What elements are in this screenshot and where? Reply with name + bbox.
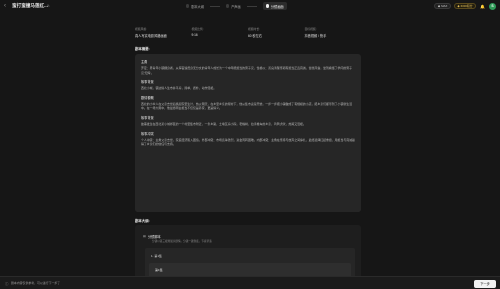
meta-label: 视频比例: (191, 27, 204, 31)
step-dot-icon (225, 4, 230, 8)
step-connector (209, 5, 220, 7)
top-bar: ‹ 蛮打蛮撞马莲红... ✎ 剧本大纲 产声画 分镜画面 ◆ MAX ◆ 600… (0, 0, 500, 13)
avatar[interactable]: S (489, 2, 496, 10)
membership-badge[interactable]: ◆ MAX (434, 3, 451, 9)
synopsis-text: 西北小城，镇边缘人生市井平房，简单，质朴，动作温暖。 (141, 86, 217, 91)
meta-label: 视频时长: (248, 27, 260, 31)
outline-subtitle: 分镜以第三视角展示剧情，分镜一镜到底，节奏紧凑 (152, 240, 212, 243)
coin-icon: ◆ (457, 4, 460, 8)
meta-value: 抖音视频 / 快手 (304, 34, 327, 38)
outline-section-title: 剧本大纲: (135, 219, 150, 223)
synopsis-heading: 故事背景 (141, 115, 154, 120)
synopsis-section-title: 剧本摘要: (135, 47, 150, 51)
top-right-actions: ◆ MAX ◆ 6000积分 🔔 S (434, 2, 496, 10)
episode-label[interactable]: 1. 第1集 (151, 254, 162, 258)
notification-bell-icon[interactable]: 🔔 (479, 3, 486, 10)
video-meta: 视频风格: 真人写实电影风格画面 视频比例: 9:16 视频时长: 60 秒左右… (135, 27, 361, 38)
step-storyboard[interactable]: 分镜画面 (262, 2, 287, 10)
meta-label: 视频风格: (135, 27, 147, 31)
synopsis-heading: 剧情梗概 (141, 95, 154, 100)
scene-label: 第1集 (155, 268, 163, 272)
synopsis-card[interactable]: 主角 罗定：男青年小镇翻身者，从挥霍浪费身无分文的青年人成长为一个中年能担当的男… (135, 54, 361, 212)
synopsis-text: 罗定：男青年小镇翻身者，从挥霍浪费身无分文的青年人成长为一个中年能担当的男子汉，… (141, 66, 353, 75)
step-audio[interactable]: 产声画 (225, 4, 241, 9)
step-label: 剧本大纲 (191, 4, 204, 9)
step-dot-icon (186, 4, 190, 8)
bottom-bar: ⓘ 剧本内容仅供参考，可以进行下一步了 下一步 (0, 276, 500, 289)
synopsis-heading: 故事背景 (141, 80, 154, 85)
step-dot-icon (265, 4, 269, 8)
membership-label: MAX (441, 4, 448, 8)
synopsis-heading: 故事冲突 (141, 131, 154, 136)
credits-badge[interactable]: ◆ 6000积分 (453, 3, 476, 9)
meta-ratio: 视频比例: 9:16 (192, 27, 249, 38)
meta-value: 9:16 (191, 33, 198, 37)
step-label: 产声画 (231, 4, 241, 9)
meta-target: 目标视频: 抖音视频 / 快手 (305, 27, 362, 38)
diamond-icon: ◆ (437, 4, 441, 8)
footer-tip: 剧本内容仅供参考，可以进行下一步了 (11, 281, 61, 286)
edit-title-icon[interactable]: ✎ (47, 4, 50, 8)
card-fade (135, 202, 361, 212)
next-step-button[interactable]: 下一步 (474, 279, 496, 288)
meta-value: 60 秒左右 (248, 34, 262, 38)
synopsis-text: 故事发生在西北某小城郊区的一个村里集市附近，一条乡路，土墙瓦房小院，老槐树，拉手… (141, 121, 306, 126)
step-connector (246, 5, 257, 7)
meta-style: 视频风格: 真人写实电影风格画面 (135, 27, 192, 38)
back-arrow-icon[interactable]: ‹ (4, 3, 11, 10)
progress-steps: 剧本大纲 产声画 分镜画面 (186, 2, 287, 11)
meta-label: 目标视频: (304, 27, 317, 31)
project-title: 蛮打蛮撞马莲红... (12, 3, 48, 8)
meta-value: 真人写实电影风格画面 (135, 34, 167, 38)
synopsis-text: 个人冲突：主角父亲去世，家庭经济陷入困境。外部冲突：市场竞争激烈，资金周转困难。… (141, 137, 355, 147)
meta-duration: 视频时长: 60 秒左右 (248, 27, 305, 38)
synopsis-heading: 主角 (141, 60, 148, 64)
info-icon: ⓘ (5, 281, 9, 286)
document-icon: ▤ (143, 233, 147, 238)
step-label: 分镜画面 (270, 4, 284, 9)
credits-label: 6000积分 (460, 4, 473, 8)
synopsis-text: 西北的小伙人在父亲去世后挑起家里生计，热火朝天，在乡里乡亲的帮衬下，他从集市卖菜… (141, 101, 353, 111)
step-script-outline[interactable]: 剧本大纲 (186, 4, 204, 9)
